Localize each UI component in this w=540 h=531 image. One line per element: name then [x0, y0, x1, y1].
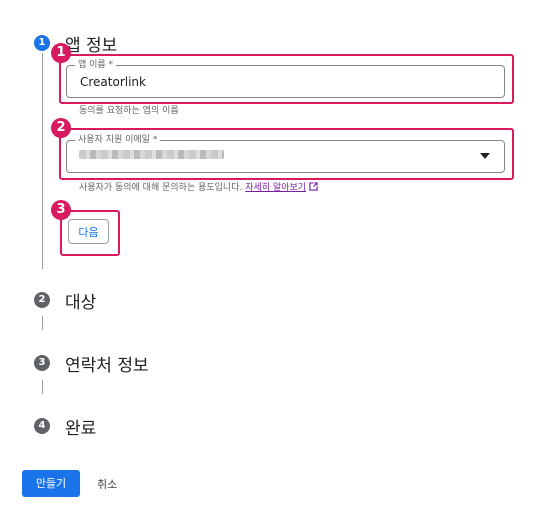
app-name-label: 앱 이름 *: [75, 59, 117, 71]
step-2-indicator: 2: [34, 292, 50, 308]
step-2-connector: [42, 316, 43, 330]
app-name-field[interactable]: 앱 이름 * Creatorlink: [66, 59, 505, 98]
app-name-helper: 동의를 요청하는 앱의 이름: [79, 106, 179, 116]
cancel-button[interactable]: 취소: [97, 476, 117, 492]
badge-2: 2: [51, 118, 71, 138]
step-2-title: 대상: [65, 293, 97, 313]
learn-more-link[interactable]: 자세히 알아보기: [245, 183, 306, 193]
app-name-value[interactable]: Creatorlink: [80, 75, 146, 89]
support-email-value-redacted: [79, 150, 224, 159]
step-3-connector: [42, 380, 43, 394]
badge-3: 3: [51, 200, 71, 220]
step-3-indicator: 3: [34, 355, 50, 371]
step-1-title: 앱 정보: [65, 36, 118, 56]
step-4-title: 완료: [65, 419, 97, 439]
step-1-connector: [42, 53, 43, 269]
dropdown-arrow-icon[interactable]: [480, 153, 490, 159]
next-button[interactable]: 다음: [68, 219, 109, 244]
step-1-indicator: 1: [34, 35, 50, 51]
support-email-label: 사용자 지원 이메일 *: [75, 134, 161, 146]
step-3-title: 연락처 정보: [65, 356, 149, 376]
step-4-indicator: 4: [34, 418, 50, 434]
external-link-icon[interactable]: [309, 182, 318, 191]
support-email-helper-text: 사용자가 동의에 대해 문의하는 용도입니다.: [79, 183, 243, 193]
support-email-helper: 사용자가 동의에 대해 문의하는 용도입니다. 자세히 알아보기: [79, 180, 318, 193]
create-button[interactable]: 만들기: [22, 470, 80, 497]
support-email-select[interactable]: 사용자 지원 이메일 *: [66, 134, 505, 173]
badge-1: 1: [51, 43, 71, 63]
